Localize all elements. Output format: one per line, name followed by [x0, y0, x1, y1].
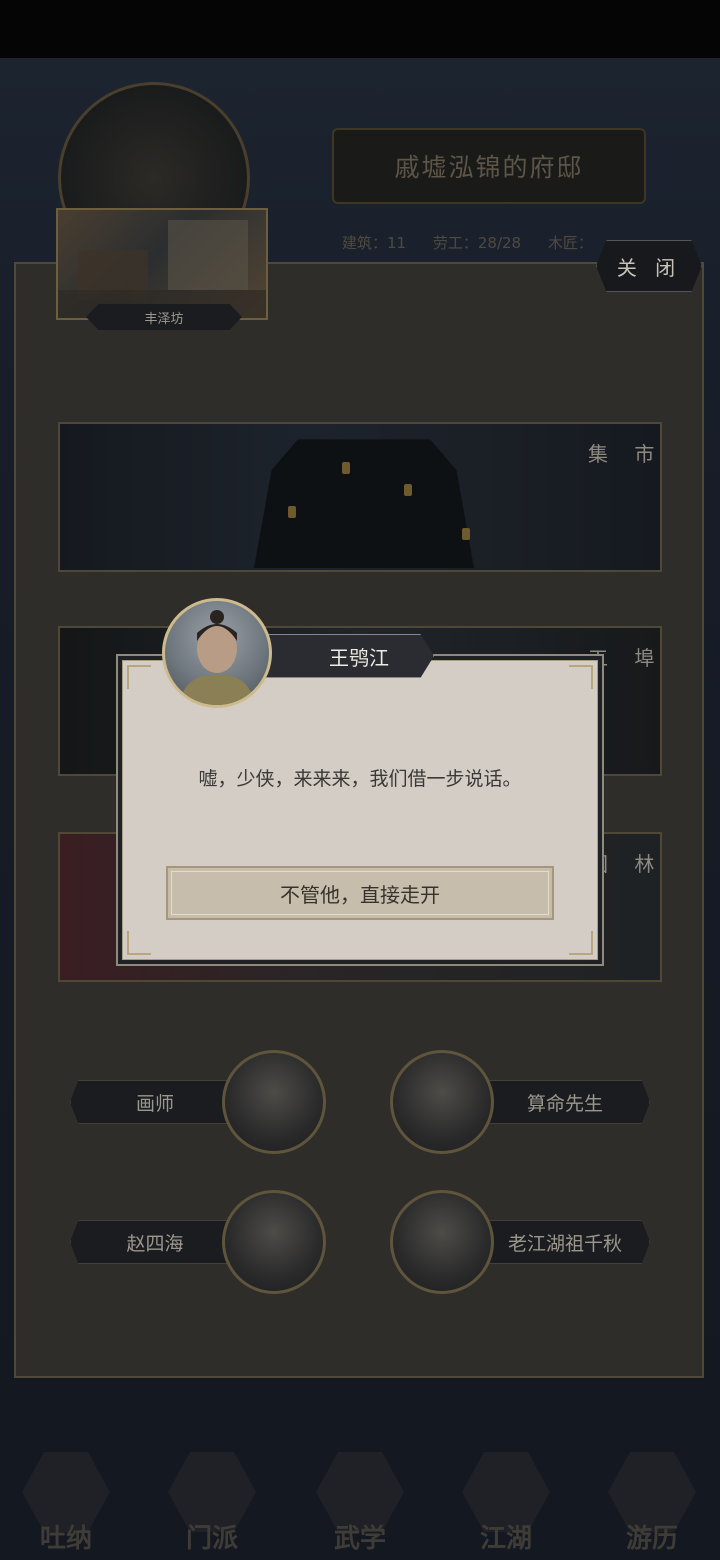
estate-stats: 建筑：11 劳工：28/28 木匠： — [342, 232, 615, 253]
dialog-option-button[interactable]: 不管他，直接走开 — [166, 866, 554, 920]
dialog-message: 嘘，少侠，来来来，我们借一步说话。 — [198, 768, 522, 790]
corner-ornament-icon — [127, 931, 151, 955]
nav-label: 武学 — [333, 1524, 386, 1554]
bottom-nav: 吐纳 门派 武学 江湖 游历 — [0, 1440, 720, 1560]
status-bar — [0, 0, 720, 58]
lantern-icon — [462, 528, 470, 540]
location-market-label: 集 市 — [588, 442, 665, 466]
zu-qianqiu-portrait-icon[interactable] — [390, 1190, 494, 1294]
nav-breathing[interactable]: 吐纳 — [18, 1448, 114, 1554]
speaker-portrait-figure — [179, 610, 255, 705]
npc-fortune-teller-tag[interactable]: 算命先生 — [480, 1080, 650, 1124]
corner-ornament-icon — [569, 665, 593, 689]
zhao-sihai-portrait-icon[interactable] — [222, 1190, 326, 1294]
estate-title: 戚墟泓锦的府邸 — [332, 128, 646, 204]
speaker-name: 王鸮江 — [264, 634, 434, 678]
lantern-icon — [288, 506, 296, 518]
district-image — [56, 208, 268, 320]
lantern-icon — [342, 462, 350, 474]
nav-label: 门派 — [185, 1524, 238, 1554]
nav-label: 江湖 — [479, 1524, 532, 1554]
stat-buildings: 建筑：11 — [342, 234, 407, 252]
npc-painter-tag[interactable]: 画师 — [70, 1080, 240, 1124]
painter-portrait-icon[interactable] — [222, 1050, 326, 1154]
lantern-icon — [404, 484, 412, 496]
nav-martial-arts[interactable]: 武学 — [312, 1448, 408, 1554]
nav-jianghu[interactable]: 江湖 — [458, 1448, 554, 1554]
district-illustration — [58, 220, 266, 318]
nav-travel[interactable]: 游历 — [604, 1448, 700, 1554]
fortune-teller-portrait-icon[interactable] — [390, 1050, 494, 1154]
npc-zu-qianqiu-tag[interactable]: 老江湖祖千秋 — [480, 1220, 650, 1264]
stat-laborers: 劳工：28/28 — [432, 234, 522, 252]
corner-ornament-icon — [127, 665, 151, 689]
nav-label: 吐纳 — [39, 1524, 92, 1554]
corner-ornament-icon — [569, 931, 593, 955]
dialog-option-label: 不管他，直接走开 — [280, 882, 440, 907]
npc-zhao-sihai-tag[interactable]: 赵四海 — [70, 1220, 240, 1264]
nav-label: 游历 — [625, 1524, 678, 1554]
close-button[interactable]: 关 闭 — [596, 240, 702, 292]
district-name-label: 丰泽坊 — [86, 304, 242, 330]
speaker-portrait-icon — [162, 598, 272, 708]
nav-sect[interactable]: 门派 — [164, 1448, 260, 1554]
stat-carpenters: 木匠： — [547, 234, 593, 252]
